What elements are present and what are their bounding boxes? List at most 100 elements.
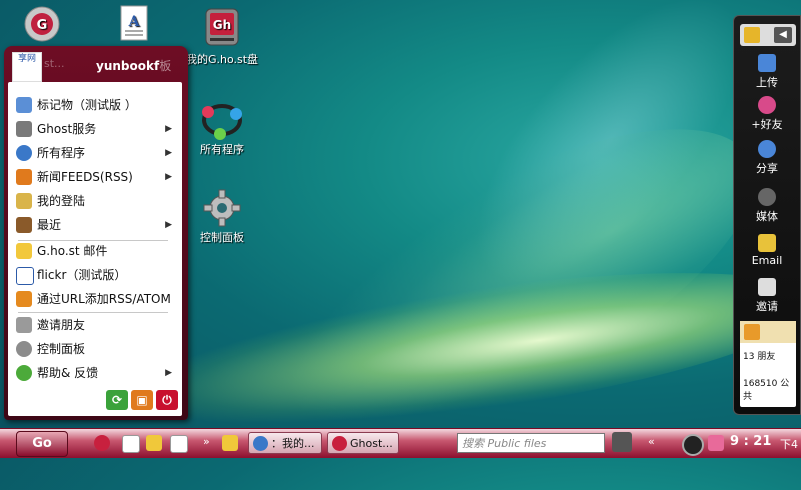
tray-collapse-arrow[interactable]: « (648, 435, 655, 448)
menu-item-bookmarks[interactable]: 标记物（测试版 ） (12, 94, 176, 116)
desktop-icon-label: 我的G.ho.st盘 (185, 53, 259, 66)
invite-icon (16, 317, 32, 333)
panel-email[interactable]: Email (734, 234, 800, 267)
panel-item-label: +好友 (751, 118, 783, 131)
quicklaunch-document-icon[interactable] (170, 435, 188, 453)
menu-item-label: G.ho.st 邮件 (37, 244, 108, 258)
task-my-drive[interactable]: ：我的... (248, 432, 322, 454)
desktop-icon-ghost[interactable]: G (4, 4, 80, 47)
search-input[interactable]: 搜索 Public files (457, 433, 605, 453)
panel-share[interactable]: 分享 (734, 140, 800, 176)
quicklaunch-overflow[interactable]: » (203, 435, 210, 448)
menu-item-ghost-mail[interactable]: G.ho.st 邮件 (12, 240, 176, 262)
search-button-icon[interactable] (612, 432, 632, 452)
desktop-icon-control-panel[interactable]: 控制面板 (184, 188, 260, 245)
quicklaunch-media-icon[interactable] (122, 435, 140, 453)
help-icon (16, 365, 32, 381)
username-text: yunbookf (96, 59, 160, 73)
back-arrow-icon[interactable]: ◀ (774, 27, 792, 43)
header-ghost-text: st... (44, 57, 65, 70)
drive-icon (253, 436, 268, 451)
desktop-icon-all-programs[interactable]: 所有程序 (184, 100, 260, 157)
lock-button[interactable]: ▣ (131, 390, 153, 410)
drive-icon: Gh (205, 8, 239, 46)
start-menu-footer: ⟳ ▣ ⏻ (103, 390, 178, 410)
wallpaper-light-streak (115, 241, 801, 459)
menu-item-label: 通过URL添加RSS/ATOM (37, 292, 171, 306)
panel-toolbar: ◀ (740, 24, 796, 46)
desktop-icon-label: 所有程序 (200, 143, 244, 156)
media-icon (758, 188, 776, 206)
all-programs-icon (202, 104, 242, 140)
friends-box: 13 朋友 168510 公共 (740, 321, 796, 407)
desktop-icon-label: 控制面板 (200, 231, 244, 244)
panel-add-friend[interactable]: +好友 (734, 96, 800, 132)
menu-item-label: Ghost服务 (37, 122, 97, 136)
quicklaunch-ghost-icon[interactable] (94, 435, 110, 451)
all-programs-icon (16, 145, 32, 161)
wallpaper-light-streak (243, 69, 797, 490)
panel-item-label: 上传 (756, 76, 778, 89)
start-menu-header: 享网 st... yunbookf板 (4, 46, 188, 82)
panel-item-label: 邀请 (756, 300, 778, 313)
menu-item-label: 标记物（测试版 ） (37, 98, 137, 112)
menu-item-control-panel[interactable]: 控制面板 (12, 338, 176, 360)
friends-count[interactable]: 13 朋友 (740, 343, 796, 362)
mail-icon (16, 243, 32, 259)
svg-text:A: A (128, 14, 141, 30)
menu-item-recent[interactable]: 最近 ▶ (12, 214, 176, 236)
menu-item-my-logins[interactable]: 我的登陆 (12, 190, 176, 212)
chevron-right-icon: ▶ (165, 148, 172, 158)
menu-item-label: 我的登陆 (37, 194, 86, 208)
menu-item-invite-friends[interactable]: 邀请朋友 (12, 314, 176, 336)
tray-friends-icon[interactable] (708, 435, 724, 451)
go-start-button[interactable]: Go (16, 431, 68, 457)
bookmark-icon (16, 97, 32, 113)
refresh-button[interactable]: ⟳ (106, 390, 128, 410)
clock: 9 : 21 (730, 434, 772, 449)
panel-invite[interactable]: 邀请 (734, 278, 800, 314)
taskbar: Go » ：我的... Ghost... 搜索 Public files « 9… (0, 428, 801, 458)
chevron-right-icon: ▶ (165, 220, 172, 230)
chevron-right-icon: ▶ (165, 172, 172, 182)
menu-item-flickr[interactable]: flickr（测试版） (12, 264, 176, 286)
menu-item-all-programs[interactable]: 所有程序 ▶ (12, 142, 176, 164)
invite-icon (758, 278, 776, 296)
upload-icon (758, 54, 776, 72)
ghost-logo-icon: G (24, 6, 60, 42)
menu-item-news-feeds[interactable]: 新闻FEEDS(RSS) ▶ (12, 166, 176, 188)
quicklaunch-mail-icon[interactable] (146, 435, 162, 451)
pencil-icon[interactable] (744, 27, 760, 43)
panel-item-label: 分享 (756, 162, 778, 175)
start-menu: 享网 st... yunbookf板 标记物（测试版 ） Ghost服务 ▶ 所… (4, 46, 188, 420)
rss-add-icon (16, 291, 32, 307)
username-suffix: 板 (159, 59, 172, 73)
power-button[interactable]: ⏻ (156, 390, 178, 410)
svg-text:G: G (37, 18, 48, 33)
panel-upload[interactable]: 上传 (734, 54, 800, 90)
friends-icon (744, 324, 760, 340)
menu-item-label: 所有程序 (37, 146, 86, 160)
avatar[interactable]: 享网 (12, 52, 42, 82)
chevron-right-icon: ▶ (165, 368, 172, 378)
panel-media[interactable]: 媒体 (734, 188, 800, 224)
public-count[interactable]: 168510 公共 (740, 362, 796, 402)
desktop-icon-my-ghost-drive[interactable]: Gh 我的G.ho.st盘 (184, 6, 260, 67)
recent-icon (16, 217, 32, 233)
quicklaunch-folder-icon[interactable] (222, 435, 238, 451)
tray-media-icon[interactable] (682, 434, 704, 456)
start-menu-body: 标记物（测试版 ） Ghost服务 ▶ 所有程序 ▶ 新闻FEEDS(RSS) … (8, 82, 182, 416)
add-friend-icon (758, 96, 776, 114)
gear-icon (203, 189, 241, 227)
menu-item-ghost-services[interactable]: Ghost服务 ▶ (12, 118, 176, 140)
desktop-icon-document[interactable]: A (96, 4, 172, 47)
menu-item-add-rss-url[interactable]: 通过URL添加RSS/ATOM (12, 288, 176, 310)
ghost-icon (332, 436, 347, 451)
menu-item-help-feedback[interactable]: 帮助& 反馈 ▶ (12, 362, 176, 384)
right-sidebar-panel: ◀ 上传 +好友 分享 媒体 Email 邀请 13 朋友 168510 公共 (733, 15, 801, 415)
menu-item-label: 控制面板 (37, 342, 86, 356)
pen-icon (16, 193, 32, 209)
share-icon (758, 140, 776, 158)
task-label: Ghost... (350, 437, 393, 450)
task-ghost[interactable]: Ghost... (327, 432, 399, 454)
